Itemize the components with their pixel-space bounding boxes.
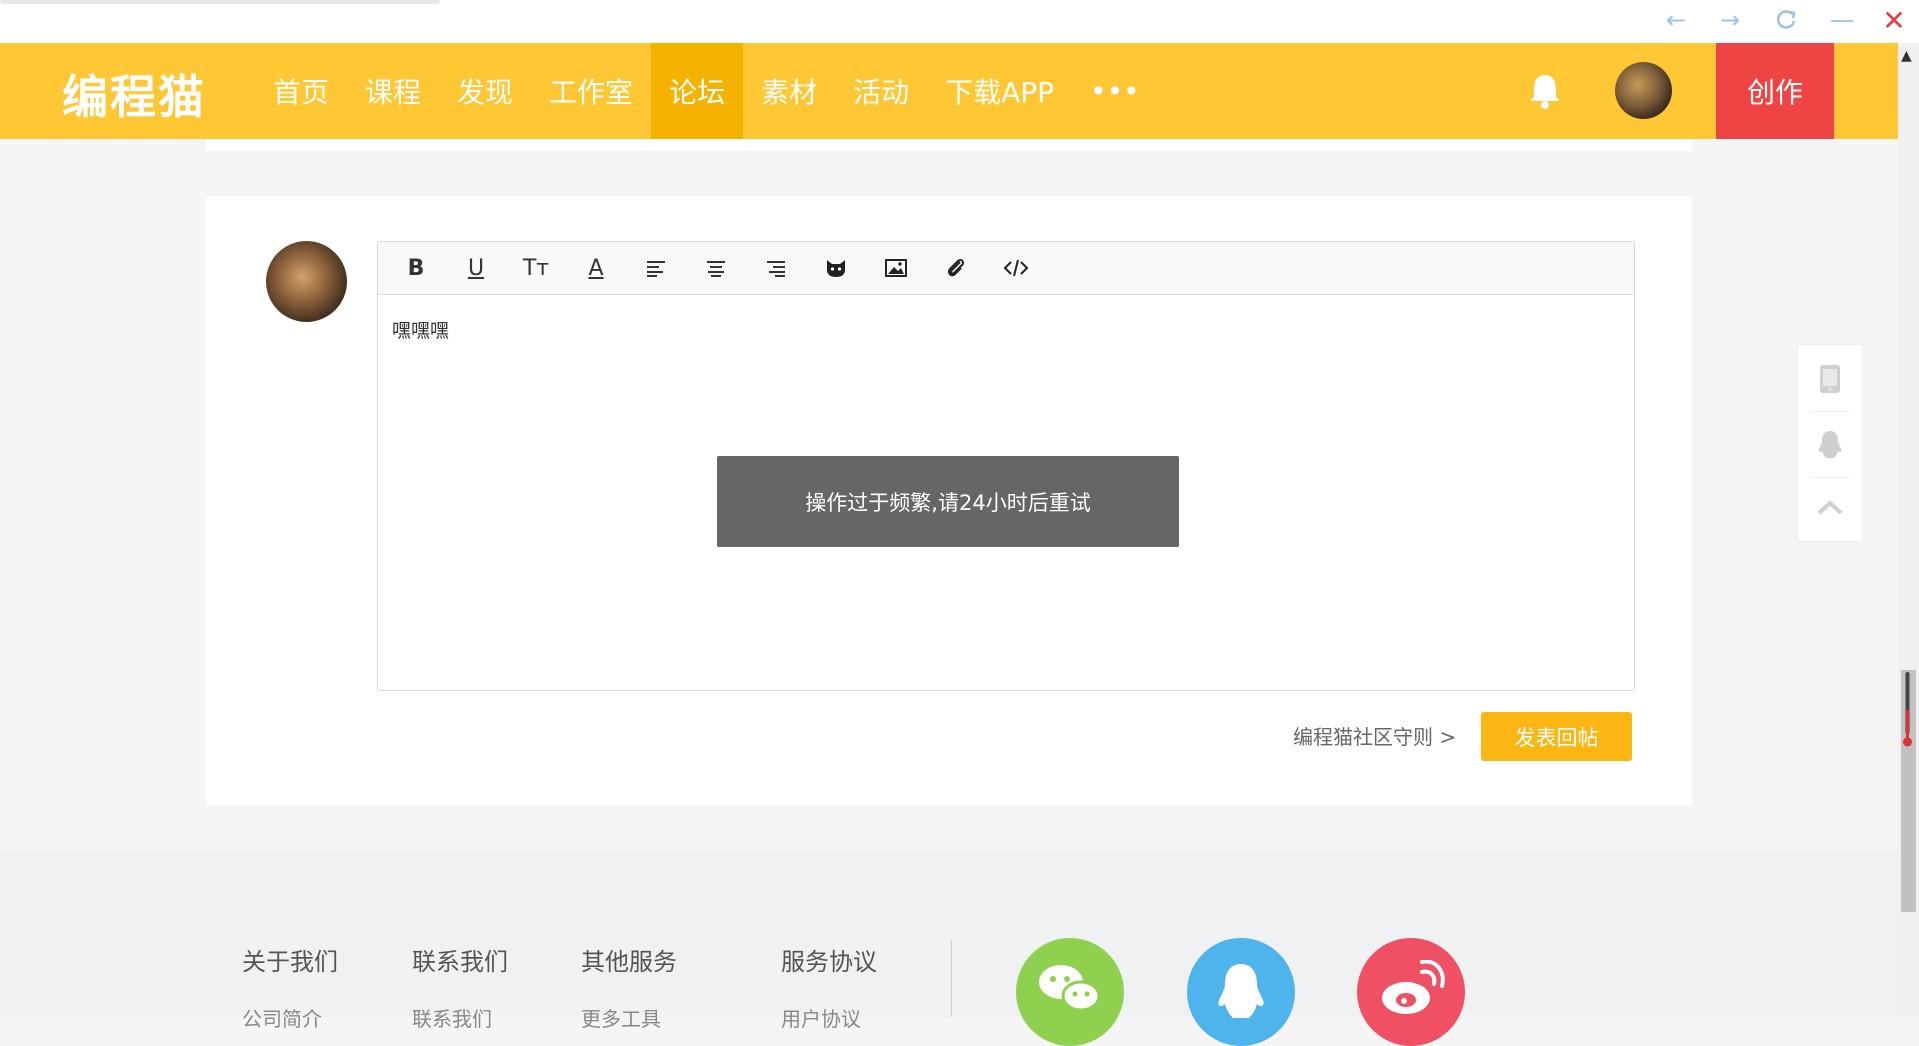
emoji-button[interactable]	[806, 242, 866, 294]
floating-toolbar	[1797, 344, 1863, 542]
weibo-button[interactable]	[1357, 938, 1465, 1046]
create-button[interactable]: 创作	[1716, 43, 1834, 139]
community-rules-link[interactable]: 编程猫社区守则 >	[1293, 721, 1456, 750]
avatar	[266, 241, 347, 322]
align-left-button[interactable]	[626, 242, 686, 294]
nav-item-courses[interactable]: 课程	[347, 43, 439, 139]
refresh-icon[interactable]	[1766, 6, 1806, 34]
qq-icon	[1218, 964, 1264, 1018]
font-color-icon: A	[588, 255, 604, 281]
site-footer	[0, 850, 1898, 1017]
footer-services-title: 其他服务	[581, 948, 677, 976]
code-icon	[1003, 259, 1029, 277]
align-left-icon	[647, 261, 665, 277]
underline-icon: U	[467, 255, 485, 281]
scroll-up-icon[interactable]: ▲	[1901, 48, 1912, 64]
nav-item-discover[interactable]: 发现	[439, 43, 531, 139]
footer-company-link[interactable]: 公司简介	[242, 1003, 322, 1032]
error-toast: 操作过于频繁,请24小时后重试	[717, 456, 1179, 547]
editor-toolbar: B U Tт A	[378, 242, 1634, 295]
attachment-button[interactable]	[926, 242, 986, 294]
align-right-button[interactable]	[746, 242, 806, 294]
weibo-icon	[1382, 960, 1445, 1014]
minimize-icon[interactable]: —	[1822, 6, 1862, 34]
nav-item-studio[interactable]: 工作室	[531, 43, 651, 139]
nav-item-events[interactable]: 活动	[835, 43, 927, 139]
submit-reply-button[interactable]: 发表回帖	[1481, 712, 1632, 761]
font-size-button[interactable]: Tт	[506, 242, 566, 294]
qq-share-button[interactable]	[1187, 938, 1295, 1046]
editor-content[interactable]: 嘿嘿嘿	[392, 316, 449, 343]
footer-contact-link[interactable]: 联系我们	[412, 1003, 492, 1032]
align-right-icon	[767, 261, 785, 277]
back-icon[interactable]: ←	[1656, 6, 1696, 34]
footer-tools-link[interactable]: 更多工具	[581, 1003, 661, 1032]
align-center-button[interactable]	[686, 242, 746, 294]
bell-icon[interactable]	[1525, 71, 1565, 111]
tab-shadow	[0, 0, 440, 4]
nav-more-button[interactable]: •••	[1072, 43, 1158, 139]
footer-agreement-title: 服务协议	[781, 948, 877, 976]
font-size-icon: Tт	[522, 255, 550, 281]
close-icon[interactable]: ✕	[1874, 4, 1914, 37]
cat-emoji-icon	[827, 260, 845, 277]
image-icon	[885, 259, 907, 277]
wechat-icon	[1039, 965, 1101, 1012]
tablet-icon[interactable]	[1798, 347, 1862, 411]
font-color-button[interactable]: A	[566, 242, 626, 294]
bold-button[interactable]: B	[386, 242, 446, 294]
image-button[interactable]	[866, 242, 926, 294]
user-avatar[interactable]	[1615, 62, 1672, 119]
underline-button[interactable]: U	[446, 242, 506, 294]
nav-item-materials[interactable]: 素材	[743, 43, 835, 139]
float-divider	[1810, 411, 1850, 412]
footer-about-title: 关于我们	[242, 948, 338, 976]
window-titlebar: ← → — ✕	[0, 0, 1919, 43]
back-to-top-icon[interactable]	[1798, 475, 1862, 539]
site-logo[interactable]: 编程猫	[62, 61, 206, 127]
bold-icon: B	[407, 255, 425, 281]
paperclip-icon	[947, 258, 965, 277]
nav-item-home[interactable]: 首页	[255, 43, 347, 139]
align-center-icon	[707, 261, 725, 277]
forward-icon[interactable]: →	[1710, 6, 1750, 34]
nav-item-forum[interactable]: 论坛	[651, 43, 744, 139]
wechat-button[interactable]	[1016, 938, 1124, 1046]
footer-user-agreement-link[interactable]: 用户协议	[781, 1003, 861, 1032]
previous-card-edge	[206, 139, 1692, 151]
main-nav: 首页 课程 发现 工作室 论坛 素材 活动 下载APP •••	[255, 43, 1158, 139]
qq-icon[interactable]	[1798, 413, 1862, 477]
site-header: 编程猫 首页 课程 发现 工作室 论坛 素材 活动 下载APP ••• 创作	[0, 43, 1898, 139]
thermometer-icon	[1903, 670, 1912, 750]
footer-divider	[951, 940, 952, 1017]
code-button[interactable]	[986, 242, 1046, 294]
nav-item-download-app[interactable]: 下载APP	[927, 43, 1072, 139]
footer-contact-title: 联系我们	[412, 948, 508, 976]
